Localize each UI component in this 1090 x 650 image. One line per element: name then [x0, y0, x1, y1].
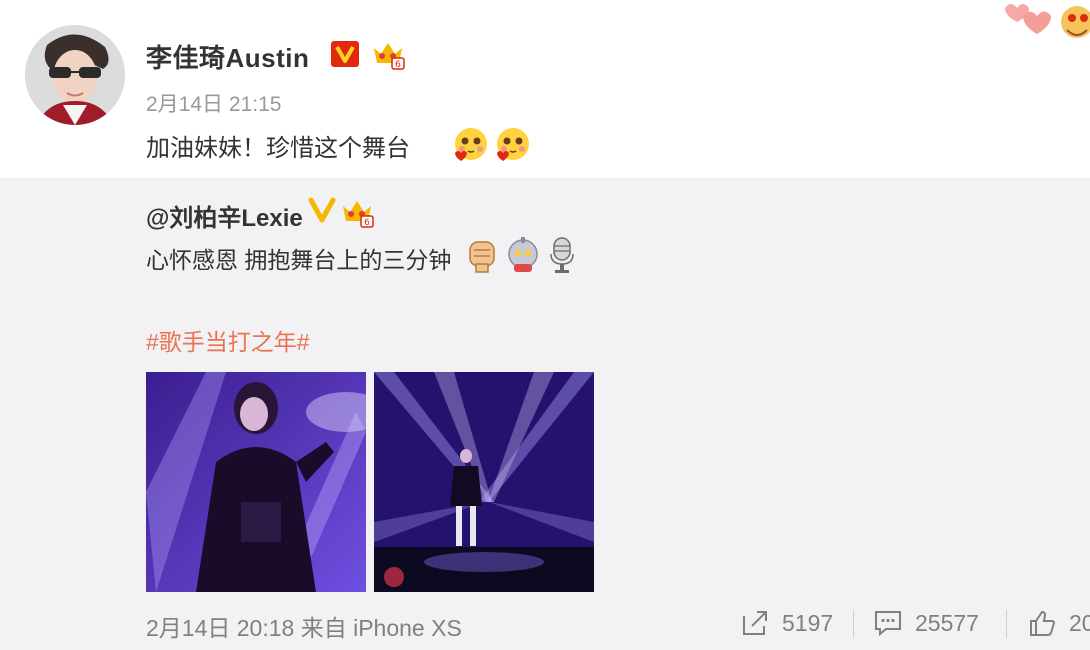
fist-emoji-icon: [469, 241, 495, 273]
share-count: 5197: [782, 609, 834, 636]
repost-author-name[interactable]: @刘柏辛Lexie: [146, 198, 303, 233]
repost-text: 心怀感恩 拥抱舞台上的三分钟: [146, 247, 452, 273]
divider: [853, 610, 854, 638]
verified-gold-v-icon: [308, 197, 336, 223]
robot-emoji-icon: [508, 237, 539, 272]
post-time[interactable]: 2月14日 21:15: [146, 88, 281, 118]
love-face-emoji-icon: [497, 128, 530, 161]
like-button[interactable]: 20: [1027, 606, 1090, 640]
vip-crown-icon: 6: [343, 201, 374, 228]
verified-red-v-icon: [331, 41, 359, 67]
svg-text:6: 6: [395, 60, 401, 70]
repost-emojis: [464, 236, 579, 274]
comment-button[interactable]: 25577: [873, 606, 979, 640]
topic-hashtag-link[interactable]: #歌手当打之年#: [146, 323, 310, 357]
share-button[interactable]: 5197: [740, 606, 833, 640]
post-text: 加油妹妹！珍惜这个舞台: [146, 135, 410, 162]
microphone-emoji-icon: [550, 237, 574, 273]
like-count: 20: [1069, 609, 1090, 636]
thumbs-up-icon: [1030, 610, 1056, 636]
divider: [1006, 610, 1007, 638]
share-icon: [743, 611, 767, 635]
love-face-emoji-icon: [455, 128, 487, 161]
comment-count: 25577: [915, 609, 979, 636]
concert-photo-singer-closeup[interactable]: [146, 372, 366, 592]
weibo-post: 李佳琦Austin 6 2月14日 21:15 加油妹妹！珍惜这个舞台 @刘柏辛: [0, 0, 1090, 650]
repost-footer-time[interactable]: 2月14日 20:18 来自 iPhone XS: [146, 609, 462, 643]
vip-crown-icon: 6: [374, 43, 405, 70]
concert-photo-stage-wide[interactable]: [374, 372, 594, 592]
author-name[interactable]: 李佳琦Austin: [146, 38, 309, 75]
post-emojis: [452, 125, 532, 163]
svg-text:6: 6: [364, 218, 370, 228]
author-avatar[interactable]: [25, 25, 125, 125]
heart-decoration-icon: [1005, 4, 1090, 38]
comment-icon: [875, 611, 901, 637]
